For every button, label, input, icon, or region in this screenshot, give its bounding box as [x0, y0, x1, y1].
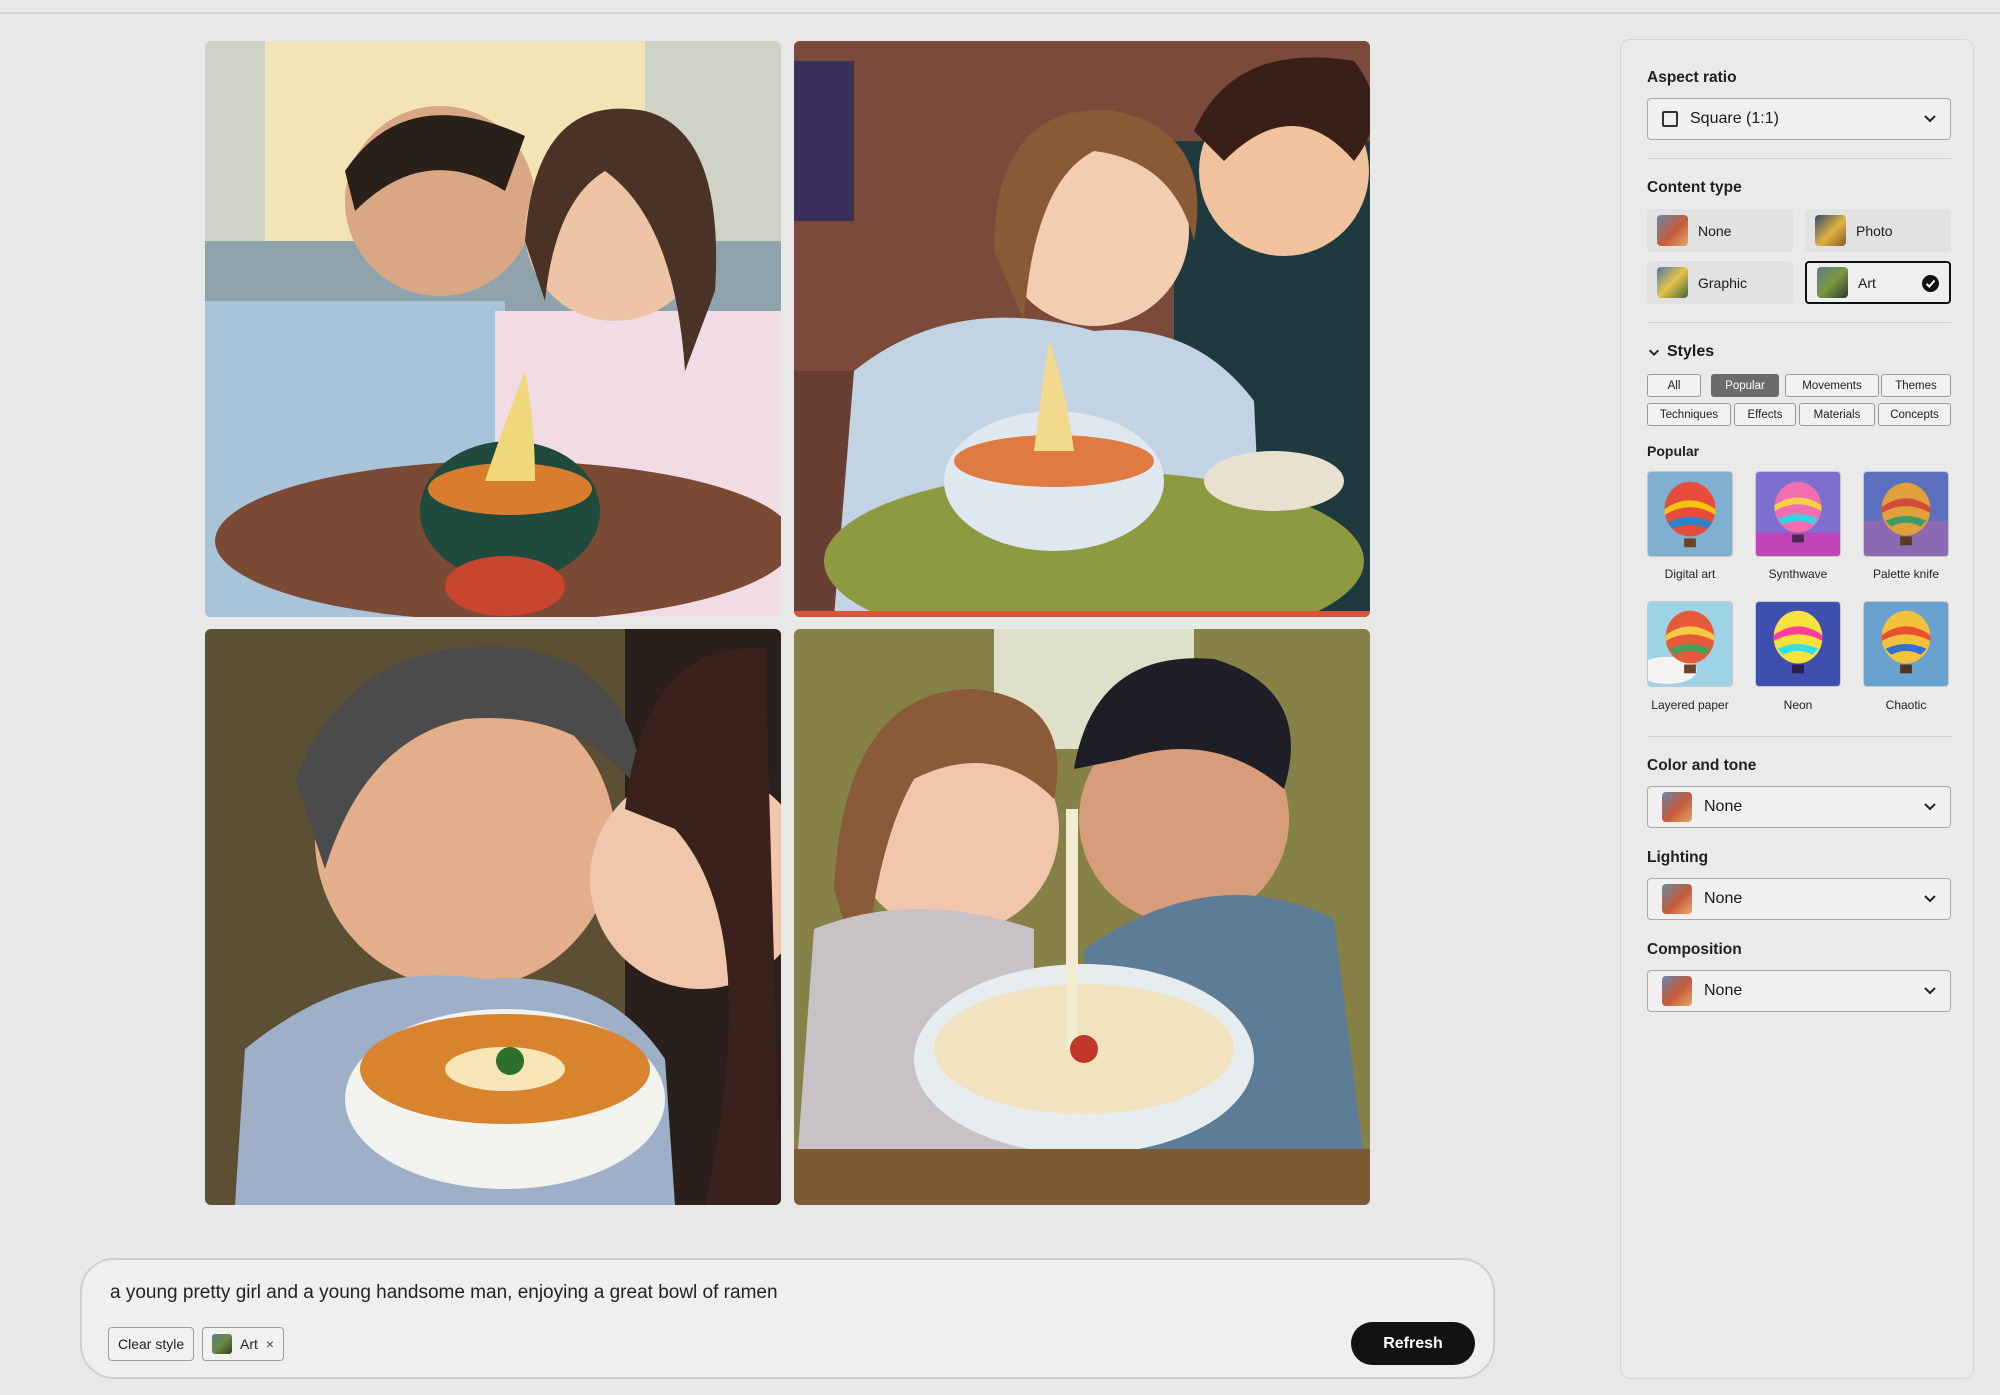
- style-neon-label: Neon: [1783, 698, 1813, 712]
- lighting-label: Lighting: [1647, 849, 1709, 866]
- generated-image-3[interactable]: [205, 629, 781, 1205]
- style-synthwave[interactable]: [1755, 471, 1841, 557]
- graphic-content-icon: [1657, 267, 1688, 298]
- check-icon: [1922, 275, 1939, 292]
- generated-image-2[interactable]: [794, 41, 1370, 617]
- chevron-down-icon: [1924, 895, 1936, 903]
- settings-panel: Aspect ratio Square (1:1) Content type N…: [1620, 39, 1974, 1379]
- content-type-none-label: None: [1698, 222, 1732, 239]
- refresh-button[interactable]: Refresh: [1351, 1322, 1475, 1365]
- composition-select[interactable]: None: [1647, 970, 1951, 1012]
- none-content-icon: [1657, 215, 1688, 246]
- chevron-down-icon: [1648, 349, 1660, 356]
- content-type-photo[interactable]: Photo: [1805, 209, 1951, 252]
- content-type-graphic[interactable]: Graphic: [1647, 261, 1793, 304]
- color-tone-icon: [1662, 792, 1692, 822]
- top-divider: [0, 12, 2000, 14]
- style-chip-art[interactable]: Art ×: [202, 1327, 285, 1361]
- styles-tab-popular[interactable]: Popular: [1711, 374, 1779, 397]
- content-type-photo-label: Photo: [1856, 222, 1893, 239]
- style-layered-paper[interactable]: [1647, 601, 1733, 687]
- style-layered-paper-label: Layered paper: [1651, 698, 1729, 712]
- style-chaotic[interactable]: [1863, 601, 1949, 687]
- generated-images-grid: [205, 41, 1370, 1205]
- style-palette-knife-label: Palette knife: [1872, 567, 1940, 581]
- style-chaotic-label: Chaotic: [1885, 698, 1927, 712]
- chevron-down-icon: [1924, 803, 1936, 811]
- styles-tab-all[interactable]: All: [1647, 374, 1701, 397]
- chevron-down-icon: [1924, 987, 1936, 995]
- styles-label: Styles: [1667, 343, 1715, 360]
- style-chip-label: Art: [240, 1336, 258, 1352]
- content-type-none[interactable]: None: [1647, 209, 1793, 252]
- composition-icon: [1662, 976, 1692, 1006]
- style-digital-art[interactable]: [1647, 471, 1733, 557]
- generated-image-4[interactable]: [794, 629, 1370, 1205]
- divider: [1647, 322, 1951, 323]
- lighting-value: None: [1704, 890, 1743, 907]
- chevron-down-icon: [1924, 115, 1936, 123]
- color-and-tone-value: None: [1704, 798, 1743, 815]
- style-synthwave-label: Synthwave: [1768, 567, 1828, 581]
- art-style-icon: [212, 1334, 232, 1354]
- divider: [1647, 736, 1951, 737]
- styles-tab-materials[interactable]: Materials: [1799, 403, 1875, 426]
- color-and-tone-select[interactable]: None: [1647, 786, 1951, 828]
- generated-image-1[interactable]: [205, 41, 781, 617]
- content-type-art-label: Art: [1858, 274, 1876, 291]
- styles-tab-themes[interactable]: Themes: [1881, 374, 1951, 397]
- photo-content-icon: [1815, 215, 1846, 246]
- content-type-art[interactable]: Art: [1805, 261, 1951, 304]
- content-type-label: Content type: [1647, 179, 1742, 196]
- style-palette-knife[interactable]: [1863, 471, 1949, 557]
- styles-tab-effects[interactable]: Effects: [1734, 403, 1796, 426]
- close-icon[interactable]: ×: [266, 1336, 274, 1352]
- style-digital-art-label: Digital art: [1664, 567, 1716, 581]
- lighting-icon: [1662, 884, 1692, 914]
- aspect-ratio-label: Aspect ratio: [1647, 69, 1737, 86]
- lighting-select[interactable]: None: [1647, 878, 1951, 920]
- styles-tab-movements[interactable]: Movements: [1785, 374, 1879, 397]
- color-and-tone-label: Color and tone: [1647, 757, 1757, 774]
- styles-tab-concepts[interactable]: Concepts: [1878, 403, 1951, 426]
- square-icon: [1662, 111, 1678, 127]
- styles-toggle[interactable]: Styles: [1647, 343, 1714, 361]
- composition-value: None: [1704, 982, 1743, 999]
- composition-label: Composition: [1647, 941, 1742, 958]
- aspect-ratio-value: Square (1:1): [1690, 110, 1779, 127]
- prompt-input[interactable]: a young pretty girl and a young handsome…: [110, 1282, 778, 1304]
- prompt-bar[interactable]: a young pretty girl and a young handsome…: [80, 1258, 1495, 1379]
- styles-tab-techniques[interactable]: Techniques: [1647, 403, 1731, 426]
- popular-section-label: Popular: [1647, 443, 1700, 459]
- style-neon[interactable]: [1755, 601, 1841, 687]
- content-type-graphic-label: Graphic: [1698, 274, 1748, 291]
- clear-style-button[interactable]: Clear style: [108, 1327, 195, 1361]
- art-content-icon: [1817, 267, 1848, 298]
- clear-style-label: Clear style: [118, 1336, 185, 1352]
- divider: [1647, 158, 1951, 159]
- aspect-ratio-select[interactable]: Square (1:1): [1647, 98, 1951, 140]
- refresh-label: Refresh: [1383, 1334, 1443, 1352]
